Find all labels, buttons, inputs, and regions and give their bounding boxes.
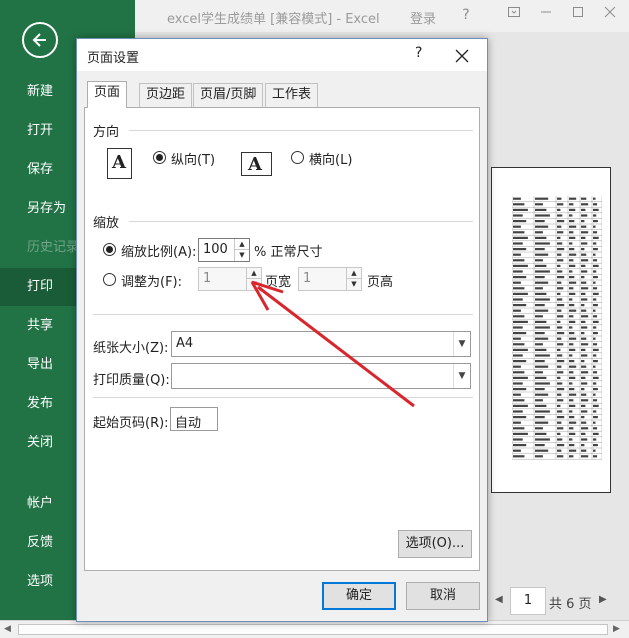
annotation-arrow-shaft [257,285,415,408]
tab-page[interactable]: 页面 [87,81,128,108]
